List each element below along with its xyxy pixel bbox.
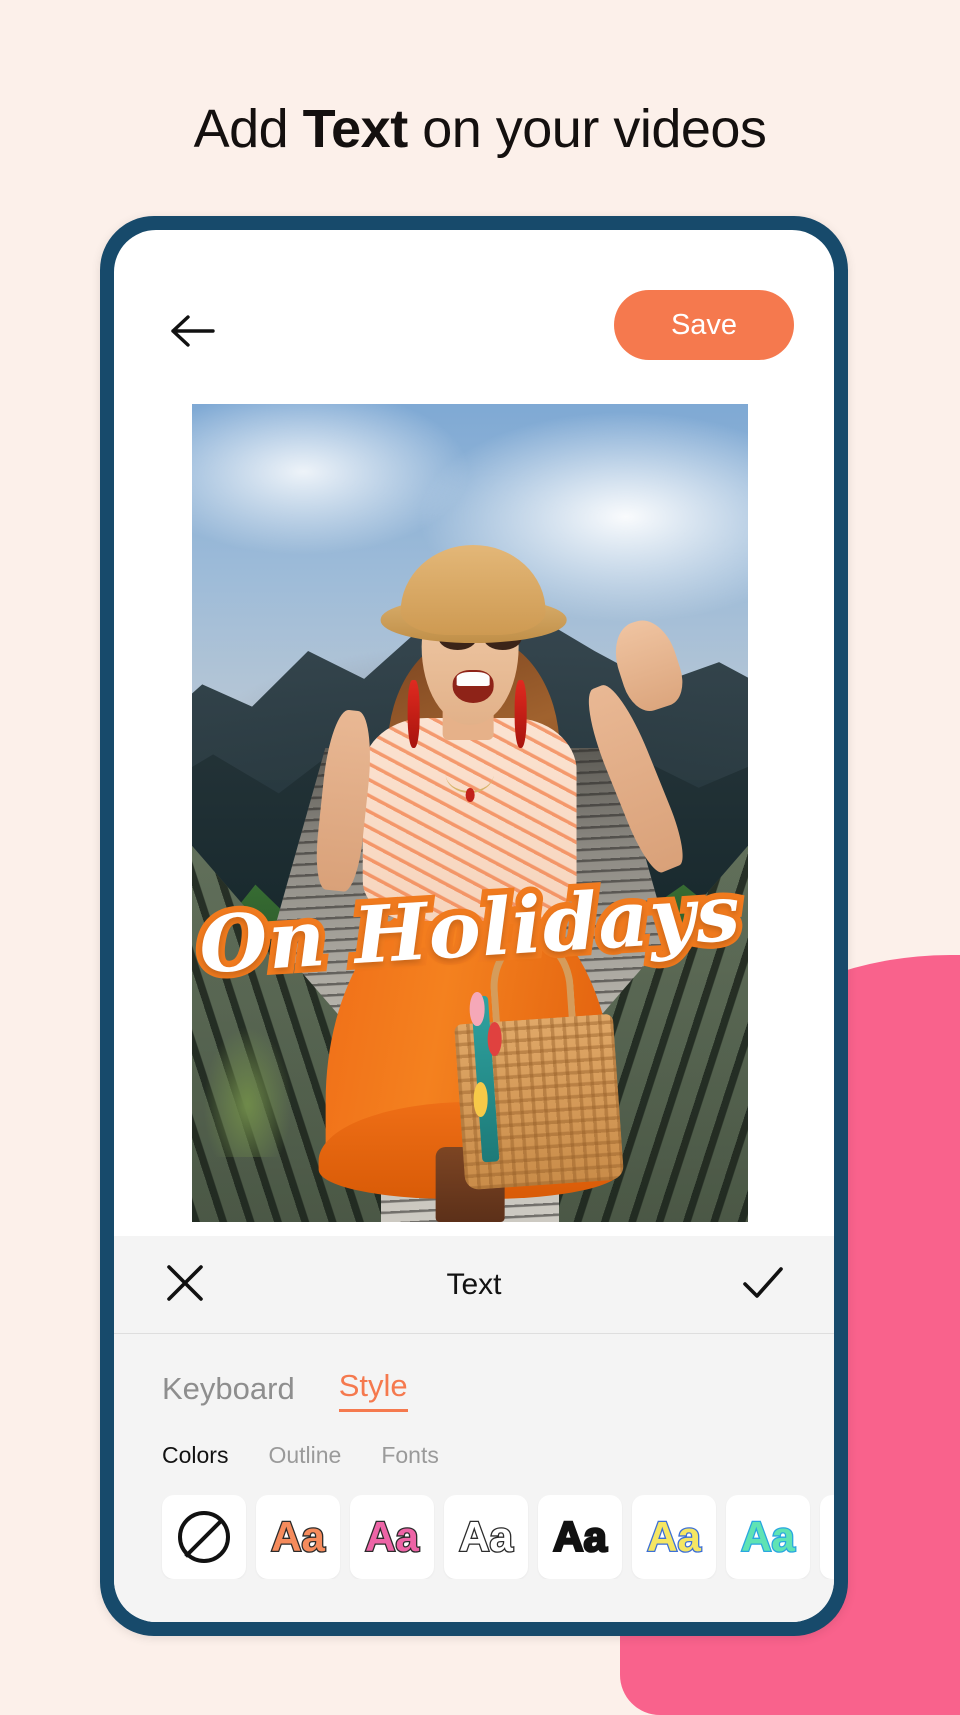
- save-button-label: Save: [670, 308, 738, 341]
- swatch-label: Aa: [552, 1513, 608, 1560]
- swatch-label: Aa: [364, 1513, 420, 1560]
- straw-hat: [401, 544, 546, 636]
- editor-header: Text: [114, 1236, 834, 1334]
- swatch-label: Aa: [458, 1513, 514, 1560]
- color-swatch-none[interactable]: [162, 1495, 246, 1579]
- color-swatch-red[interactable]: Aa: [820, 1495, 834, 1579]
- phone-mockup: Save On Holidays Text Keyboard Style Col…: [100, 216, 848, 1636]
- page-title: Add Text on your videos: [0, 98, 960, 160]
- color-swatch-pink[interactable]: Aa: [350, 1495, 434, 1579]
- phone-screen: Save On Holidays Text Keyboard Style Col…: [114, 230, 834, 1622]
- color-swatch-orange[interactable]: Aa: [256, 1495, 340, 1579]
- pompom-pink: [470, 991, 485, 1027]
- text-editor-panel: Text Keyboard Style Colors Outline Fonts: [114, 1236, 834, 1622]
- check-icon: [741, 1264, 785, 1307]
- pompom-red: [487, 1021, 502, 1057]
- no-color-icon: [178, 1511, 230, 1563]
- arrow-left-icon: [170, 314, 216, 348]
- tab-style[interactable]: Style: [338, 1368, 408, 1412]
- back-button[interactable]: [162, 300, 224, 362]
- style-subtabs: Colors Outline Fonts: [114, 1412, 834, 1469]
- subtab-colors[interactable]: Colors: [162, 1442, 228, 1469]
- swatch-label: Aa: [646, 1513, 702, 1560]
- subtab-fonts[interactable]: Fonts: [381, 1442, 439, 1469]
- subtab-outline[interactable]: Outline: [268, 1442, 341, 1469]
- headline-part-2: on your videos: [407, 99, 767, 159]
- editor-tabs: Keyboard Style: [114, 1334, 834, 1412]
- necklace: [445, 755, 495, 802]
- color-swatch-mint[interactable]: Aa: [726, 1495, 810, 1579]
- color-swatch-list[interactable]: Aa Aa Aa Aa Aa Aa Aa: [114, 1469, 834, 1579]
- video-preview[interactable]: On Holidays: [192, 404, 748, 1222]
- editor-title: Text: [446, 1267, 502, 1301]
- headline-part-1: Add: [193, 99, 303, 159]
- swatch-label: Aa: [270, 1513, 326, 1560]
- confirm-button[interactable]: [734, 1256, 792, 1314]
- tab-keyboard[interactable]: Keyboard: [162, 1371, 295, 1412]
- headline-emphasis: Text: [302, 99, 409, 159]
- color-swatch-white[interactable]: Aa: [444, 1495, 528, 1579]
- color-swatch-yellow[interactable]: Aa: [632, 1495, 716, 1579]
- grass-patch: [203, 1025, 293, 1157]
- earring-left: [407, 680, 420, 748]
- color-swatch-black[interactable]: Aa: [538, 1495, 622, 1579]
- app-top-bar: Save: [114, 286, 834, 378]
- swatch-label: Aa: [740, 1513, 796, 1560]
- subject-woman: [298, 469, 692, 1222]
- earring-right: [514, 680, 527, 748]
- video-frame: [192, 404, 748, 1222]
- close-icon: [164, 1262, 206, 1309]
- close-button[interactable]: [156, 1256, 214, 1314]
- save-button[interactable]: Save: [614, 290, 794, 360]
